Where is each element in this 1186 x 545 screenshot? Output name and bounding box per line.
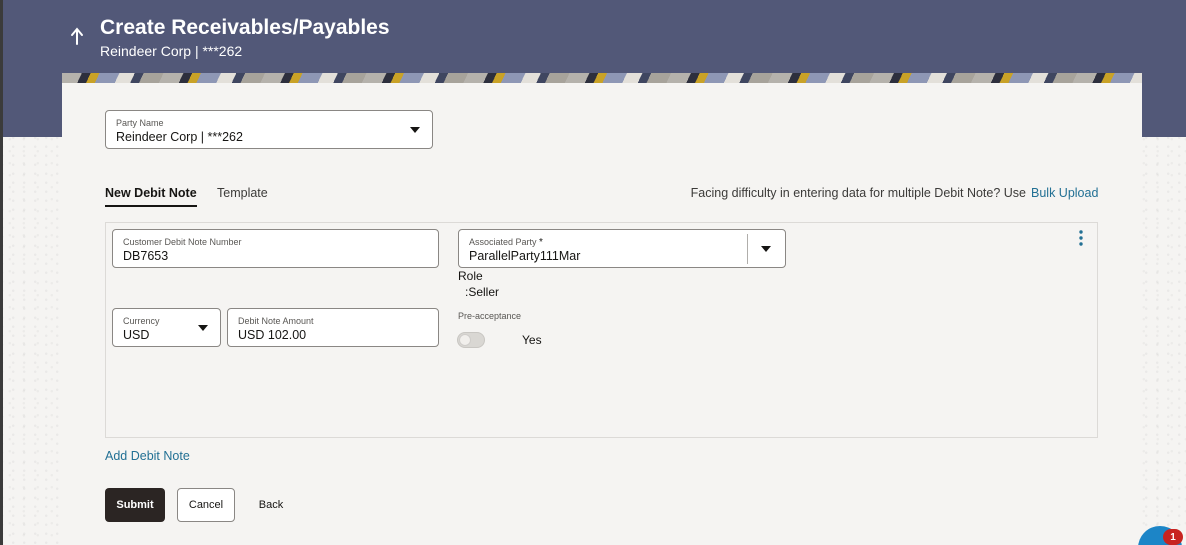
party-name-label: Party Name xyxy=(116,118,164,128)
chevron-down-icon[interactable] xyxy=(761,246,771,252)
debit-note-amount-value: USD 102.00 xyxy=(238,328,307,342)
pre-acceptance-value: Yes xyxy=(522,333,542,347)
add-debit-note-link[interactable]: Add Debit Note xyxy=(105,449,190,463)
window-edge xyxy=(0,0,3,545)
submit-button[interactable]: Submit xyxy=(105,488,165,522)
required-mark: * xyxy=(539,237,543,248)
associated-party-select[interactable]: Associated Party * ParallelParty111Mar xyxy=(458,229,786,268)
associated-party-label: Associated Party * xyxy=(469,237,543,248)
party-name-value: Reindeer Corp | ***262 xyxy=(116,130,243,144)
bulk-upload-hint: Facing difficulty in entering data for m… xyxy=(690,186,1026,200)
notification-badge: 1 xyxy=(1163,529,1183,545)
party-name-select[interactable]: Party Name Reindeer Corp | ***262 xyxy=(105,110,433,149)
tab-new-debit-note[interactable]: New Debit Note xyxy=(105,186,197,207)
pre-acceptance-toggle[interactable] xyxy=(457,332,485,348)
currency-value: USD xyxy=(123,328,150,342)
chevron-down-icon[interactable] xyxy=(410,127,420,133)
currency-select[interactable]: Currency USD xyxy=(112,308,221,347)
customer-debit-note-number-value: DB7653 xyxy=(123,249,169,263)
tab-template[interactable]: Template xyxy=(217,186,268,200)
associated-party-value: ParallelParty111Mar xyxy=(469,249,581,263)
back-button[interactable]: Back xyxy=(250,488,292,522)
more-options-icon[interactable] xyxy=(1075,229,1087,247)
customer-debit-note-number-input[interactable]: Customer Debit Note Number DB7653 xyxy=(112,229,439,268)
pre-acceptance-label: Pre-acceptance xyxy=(458,311,522,321)
currency-label: Currency xyxy=(123,316,160,326)
bulk-upload-link[interactable]: Bulk Upload xyxy=(1031,186,1098,200)
page-subtitle: Reindeer Corp | ***262 xyxy=(100,43,243,59)
role-label: Role xyxy=(458,269,483,283)
customer-debit-note-number-label: Customer Debit Note Number xyxy=(123,237,242,247)
toggle-knob xyxy=(459,334,471,346)
role-value: :Seller xyxy=(465,285,500,299)
page-title: Create Receivables/Payables xyxy=(100,16,390,39)
chevron-down-icon[interactable] xyxy=(198,325,208,331)
debit-note-amount-label: Debit Note Amount xyxy=(238,316,314,326)
cancel-button[interactable]: Cancel xyxy=(177,488,235,522)
select-divider xyxy=(747,234,748,264)
arrow-up-icon[interactable] xyxy=(66,24,88,48)
debit-note-amount-input[interactable]: Debit Note Amount USD 102.00 xyxy=(227,308,439,347)
